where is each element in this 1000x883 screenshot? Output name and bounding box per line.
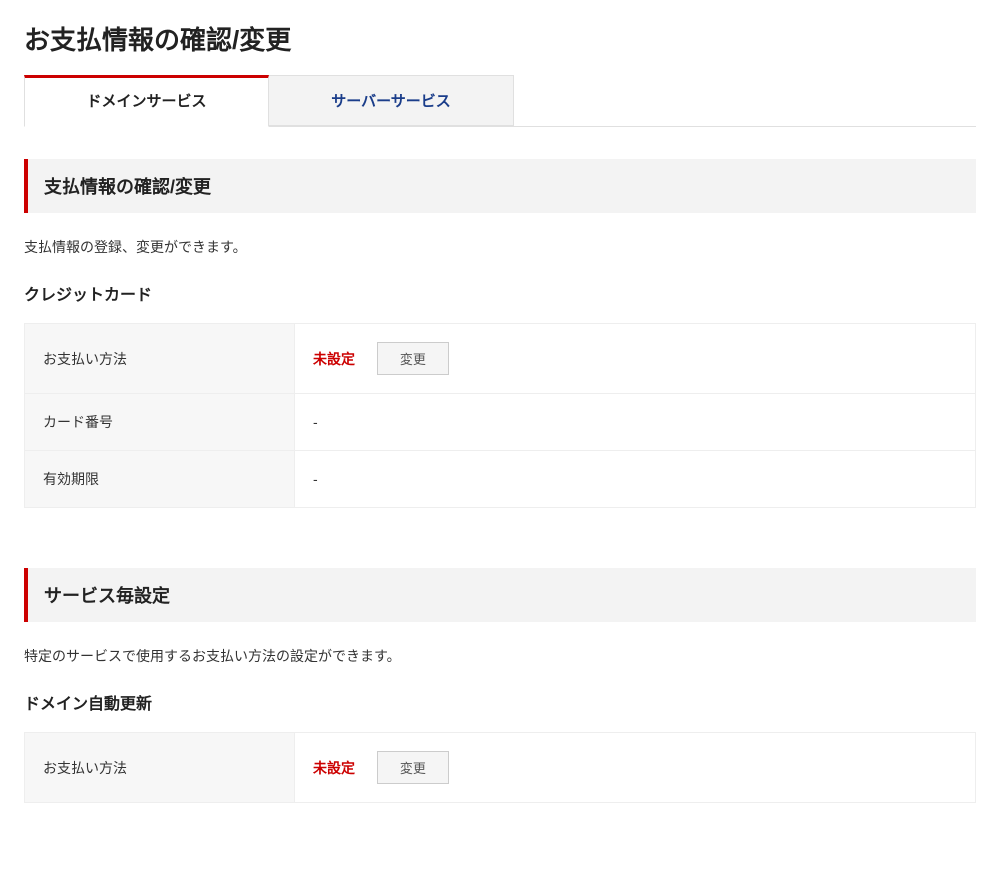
payment-info-section: 支払情報の確認/変更 支払情報の登録、変更ができます。 クレジットカード お支払… — [24, 159, 976, 508]
page-title: お支払情報の確認/変更 — [24, 20, 976, 57]
service-settings-section: サービス毎設定 特定のサービスで使用するお支払い方法の設定ができます。 ドメイン… — [24, 568, 976, 803]
tab-domain-service[interactable]: ドメインサービス — [24, 75, 269, 127]
table-row: お支払い方法 未設定 変更 — [25, 733, 976, 803]
expiry-label: 有効期限 — [25, 451, 295, 508]
payment-info-header: 支払情報の確認/変更 — [24, 159, 976, 213]
payment-method-value-cell: 未設定 変更 — [295, 324, 976, 394]
auto-renew-payment-label: お支払い方法 — [25, 733, 295, 803]
change-auto-renew-payment-button[interactable]: 変更 — [377, 751, 449, 784]
auto-renew-payment-value-cell: 未設定 変更 — [295, 733, 976, 803]
table-row: カード番号 - — [25, 394, 976, 451]
table-row: 有効期限 - — [25, 451, 976, 508]
tab-server-service[interactable]: サーバーサービス — [269, 75, 514, 126]
credit-card-table: お支払い方法 未設定 変更 カード番号 - 有効期限 - — [24, 323, 976, 508]
service-tabs: ドメインサービス サーバーサービス — [24, 75, 976, 127]
table-row: お支払い方法 未設定 変更 — [25, 324, 976, 394]
service-settings-description: 特定のサービスで使用するお支払い方法の設定ができます。 — [24, 646, 976, 666]
domain-auto-renew-title: ドメイン自動更新 — [24, 690, 976, 714]
credit-card-title: クレジットカード — [24, 281, 976, 305]
card-number-value: - — [295, 394, 976, 451]
payment-method-label: お支払い方法 — [25, 324, 295, 394]
expiry-value: - — [295, 451, 976, 508]
domain-auto-renew-table: お支払い方法 未設定 変更 — [24, 732, 976, 803]
status-badge: 未設定 — [313, 349, 355, 369]
change-payment-method-button[interactable]: 変更 — [377, 342, 449, 375]
status-badge: 未設定 — [313, 758, 355, 778]
service-settings-header: サービス毎設定 — [24, 568, 976, 622]
card-number-label: カード番号 — [25, 394, 295, 451]
payment-info-description: 支払情報の登録、変更ができます。 — [24, 237, 976, 257]
